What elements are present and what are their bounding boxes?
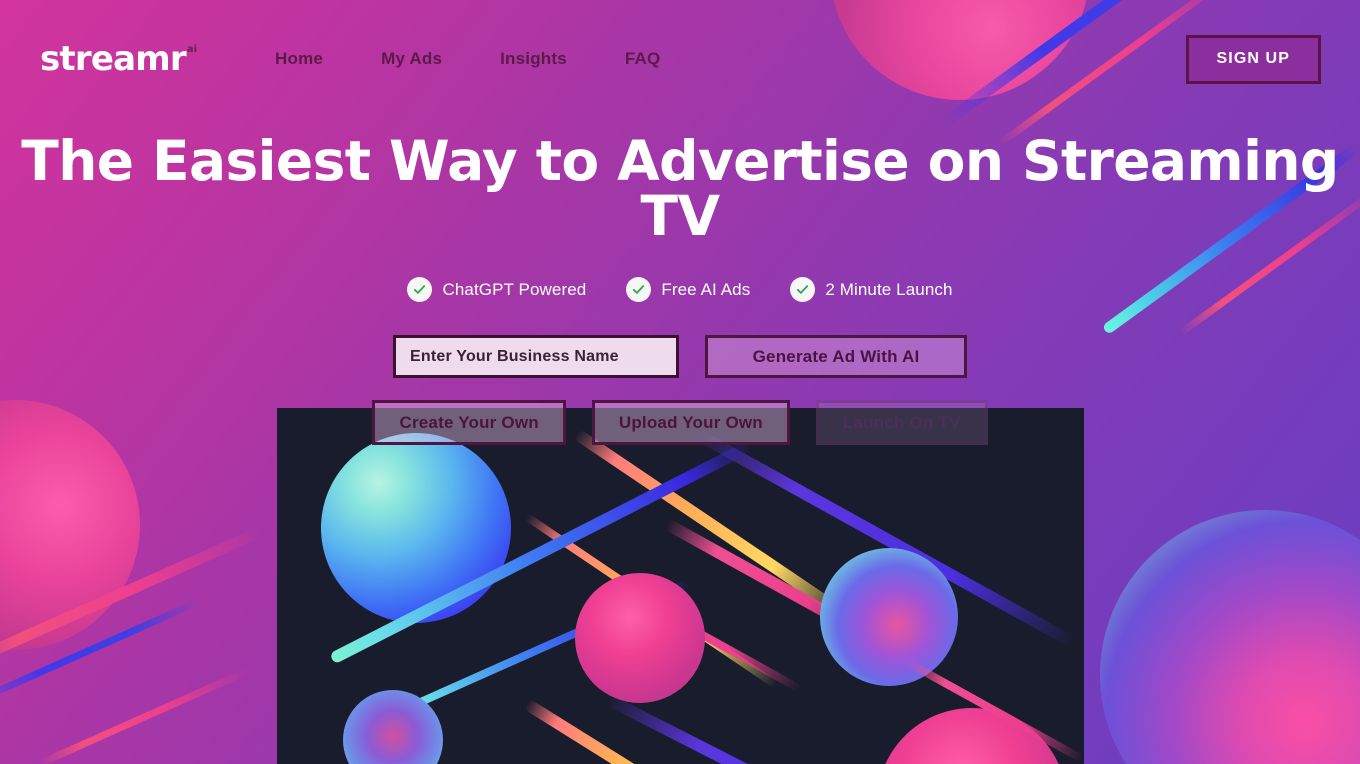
nav-link-insights[interactable]: Insights: [500, 49, 567, 69]
upload-your-own-button[interactable]: Upload Your Own: [591, 400, 790, 445]
check-circle-icon: [407, 277, 433, 302]
feature-item: Free AI Ads: [626, 277, 750, 302]
feature-item: ChatGPT Powered: [407, 277, 586, 302]
nav-link-my-ads[interactable]: My Ads: [381, 49, 442, 69]
landing-page: streamr ai Home My Ads Insights FAQ SIGN…: [0, 0, 1360, 764]
hero-section: The Easiest Way to Advertise on Streamin…: [0, 134, 1360, 445]
panel-sphere-magenta: [575, 573, 705, 703]
logo-superscript: ai: [186, 44, 198, 55]
feature-label: Free AI Ads: [661, 279, 751, 299]
main-navigation: Home My Ads Insights FAQ: [275, 49, 660, 69]
generate-ad-button[interactable]: Generate Ad With AI: [705, 335, 967, 378]
decorative-streak: [38, 666, 252, 764]
create-your-own-button[interactable]: Create Your Own: [372, 400, 566, 445]
streamr-logo[interactable]: streamr ai: [40, 42, 197, 76]
nav-link-faq[interactable]: FAQ: [625, 49, 661, 69]
page-title: The Easiest Way to Advertise on Streamin…: [21, 129, 1339, 248]
feature-list: ChatGPT Powered Free AI Ads 2 Minute Lau…: [0, 277, 1360, 302]
decorative-streak: [0, 526, 264, 671]
action-button-row: Create Your Own Upload Your Own Launch O…: [0, 400, 1360, 445]
check-circle-icon: [790, 277, 816, 302]
nav-link-home[interactable]: Home: [275, 49, 323, 69]
decorative-sphere-gradient-right: [1100, 510, 1360, 764]
business-name-input[interactable]: [393, 335, 679, 378]
sign-up-button[interactable]: SIGN UP: [1185, 34, 1321, 84]
logo-wordmark: streamr: [40, 39, 187, 79]
panel-sphere-blue: [321, 433, 511, 623]
site-header: streamr ai Home My Ads Insights FAQ SIGN…: [0, 0, 1360, 118]
panel-sphere-teal: [820, 548, 958, 686]
feature-label: ChatGPT Powered: [442, 279, 587, 299]
business-form-row: Generate Ad With AI: [0, 335, 1360, 378]
hero-preview-panel: [277, 408, 1084, 764]
feature-label: 2 Minute Launch: [825, 279, 953, 299]
decorative-streak: [0, 598, 200, 707]
launch-on-tv-button: Launch On TV: [815, 400, 988, 445]
check-circle-icon: [626, 277, 652, 302]
feature-item: 2 Minute Launch: [790, 277, 952, 302]
